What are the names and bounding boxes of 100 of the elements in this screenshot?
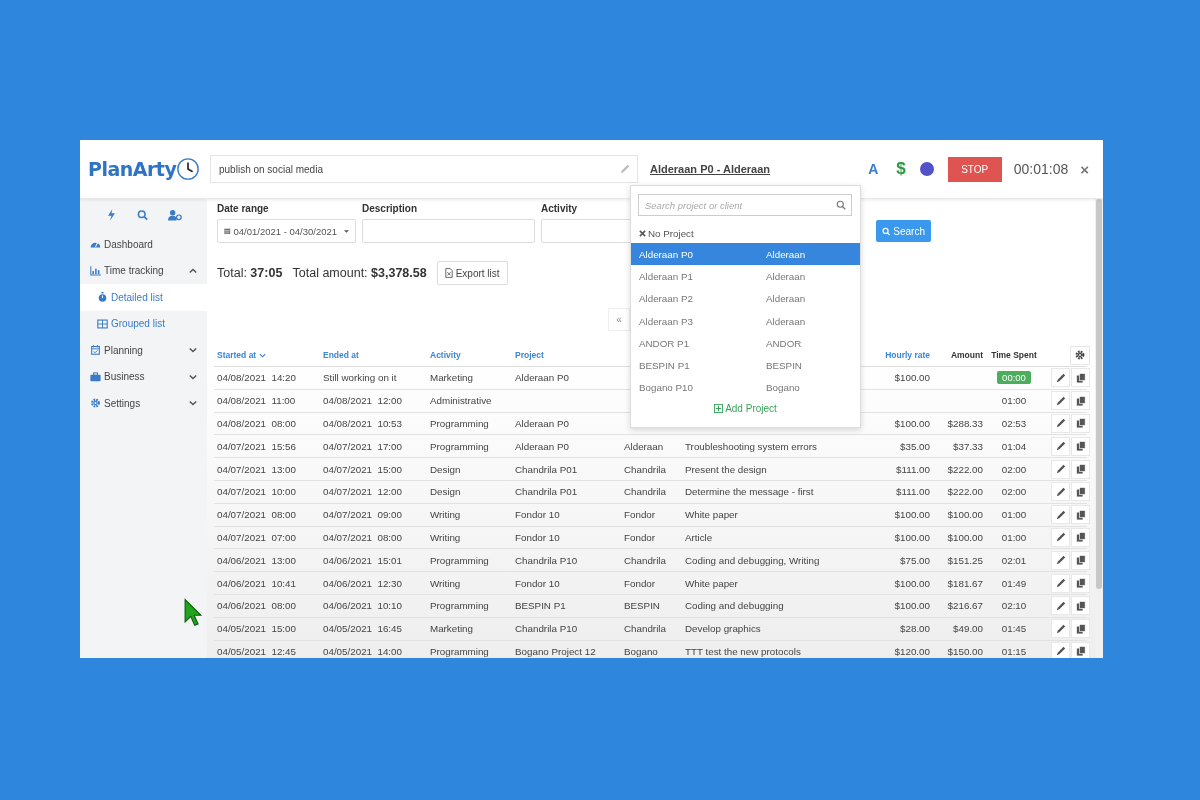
table-cell-text: Chandrila P01 [515,486,579,498]
edit-button[interactable] [1051,550,1070,570]
table-cell-text: TTT test the new protocols [685,645,802,657]
column-header[interactable]: Started at [217,350,323,360]
user-settings-icon[interactable] [167,209,182,221]
duplicate-button[interactable] [1071,436,1090,456]
export-button[interactable]: Export list [436,261,508,285]
edit-button[interactable] [1051,414,1070,433]
stopwatch-icon [97,292,108,303]
nav-item[interactable]: Business [104,371,189,383]
edit-button[interactable] [1051,436,1070,456]
duplicate-button[interactable] [1071,550,1090,570]
project-option[interactable]: Alderaan P1 Alderaan [631,265,860,288]
duplicate-button[interactable] [1071,573,1090,593]
edit-button[interactable] [1051,527,1070,547]
rate-toggle[interactable]: $ [896,159,906,179]
project-name: BESPIN P1 [638,360,691,372]
table-cell-text: Alderaan P0 [515,418,570,429]
pencil-icon [1055,395,1066,406]
edit-button[interactable] [1051,596,1070,616]
cursor-icon [184,598,202,628]
caret-up-icon[interactable] [189,267,197,274]
duplicate-button[interactable] [1071,505,1090,525]
no-project-option[interactable]: No Project [631,223,860,243]
nav-subitem[interactable]: Detailed list [80,284,207,311]
close-button[interactable]: × [1080,160,1089,178]
grid-icon [97,318,108,329]
project-link[interactable]: Alderaan P0 - Alderaan [650,163,771,175]
project-search-field[interactable]: Search project or client [638,194,852,216]
nav-subitem[interactable]: Grouped list [80,310,207,337]
caret-down-icon[interactable] [189,400,197,407]
project-name: ANDOR P1 [638,337,691,349]
app-logo[interactable]: PlanArty [88,158,177,180]
duplicate-button[interactable] [1071,391,1090,411]
search-button[interactable]: Search [876,220,931,242]
project-name: Bogano P10 [638,382,694,394]
edit-button[interactable] [1051,391,1070,411]
project-option[interactable]: ANDOR P1 ANDOR [631,332,860,355]
edit-button[interactable] [1051,368,1070,388]
table-cell-text: 04/06/2021 08:00 [217,600,297,612]
table-cell-text: $222.00 [946,463,983,475]
stop-button[interactable]: STOP [947,156,1002,182]
nav-item[interactable]: Settings [104,397,189,409]
project-option[interactable]: Bogano P10 Bogano [631,376,860,400]
table-cell-text: 04/05/2021 16:45 [323,623,403,635]
column-header: Time Spent [990,350,1038,360]
caret-down-icon[interactable] [189,373,197,380]
duplicate-button[interactable] [1071,527,1090,547]
first-page-button[interactable]: « [608,308,630,331]
caret-down-icon[interactable] [189,347,197,354]
nav-item[interactable]: Planning [104,344,189,356]
table-cell-text: $35.00 [899,440,930,452]
duplicate-button[interactable] [1071,596,1090,616]
billable-toggle[interactable]: A [868,161,879,177]
nav-item[interactable]: Time tracking [104,265,189,277]
table-cell-text: 04/08/2021 11:00 [217,395,297,407]
duplicate-button[interactable] [1071,641,1090,658]
table-cell-text: Programming [430,418,490,429]
table-cell-text: 04/06/2021 15:01 [323,554,403,566]
bolt-icon[interactable] [105,209,117,221]
edit-button[interactable] [1051,619,1070,639]
duplicate-button[interactable] [1071,619,1090,639]
duplicate-button[interactable] [1071,368,1090,388]
duplicate-button[interactable] [1071,482,1090,502]
table-cell-text: Fondor [624,531,657,543]
pencil-icon [1055,418,1066,429]
description-filter-field[interactable] [362,219,535,243]
edit-button[interactable] [1051,573,1070,593]
project-option[interactable]: Alderaan P2 Alderaan [631,287,860,310]
edit-button[interactable] [1051,641,1070,658]
table-cell-text: Writing [430,509,462,521]
description-field[interactable]: publish on social media [210,155,638,183]
edit-button[interactable] [1051,459,1070,479]
pencil-icon [1055,600,1066,611]
pencil-icon [1055,578,1066,589]
date-range-picker[interactable]: 04/01/2021 - 04/30/2021 [217,219,356,243]
calendar-icon [90,345,101,356]
column-header[interactable]: Activity [430,350,515,360]
project-name: Alderaan P3 [638,315,694,327]
column-header[interactable]: Project [515,350,624,360]
column-header[interactable]: Ended at [323,350,430,360]
elapsed-time: 00:01:08 [1013,161,1069,177]
table-cell-text: 04/08/2021 14:20 [217,372,297,384]
add-project-button[interactable]: Add Project [714,403,777,415]
duplicate-button[interactable] [1071,414,1090,433]
project-option[interactable]: BESPIN P1 BESPIN [631,354,860,377]
column-header[interactable]: Hourly rate [870,350,930,360]
edit-button[interactable] [1051,505,1070,525]
table-cell: 01:00 [1001,395,1027,407]
project-option[interactable]: Alderaan P3 Alderaan [631,309,860,333]
table-cell-text: 04/06/2021 10:10 [323,600,403,612]
duplicate-button[interactable] [1071,459,1090,479]
edit-button[interactable] [1051,482,1070,502]
settings-button[interactable] [1070,345,1090,365]
table-cell-text: $100.00 [893,509,930,521]
search-icon[interactable] [136,209,148,221]
copy-icon [1075,555,1086,566]
color-dot[interactable] [919,162,934,176]
nav-item[interactable]: Dashboard [104,238,197,250]
project-option[interactable]: Alderaan P0 Alderaan [631,243,860,266]
